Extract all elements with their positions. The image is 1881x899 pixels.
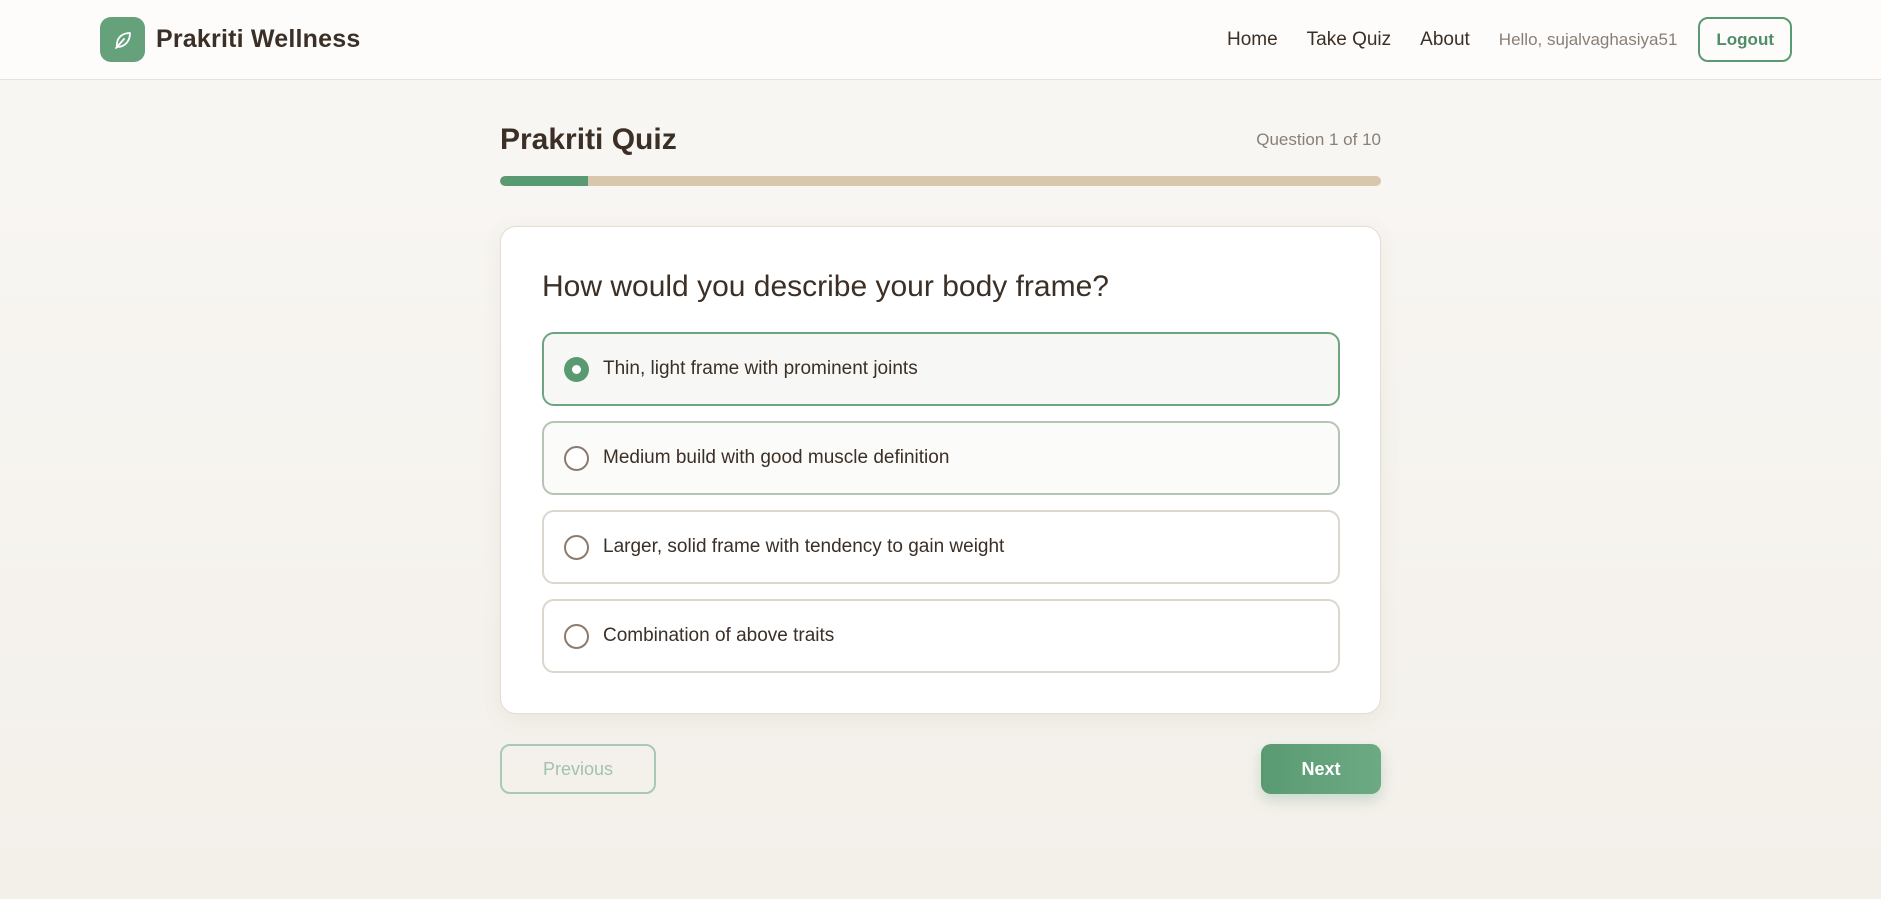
question-text: How would you describe your body frame? — [542, 270, 1109, 303]
brand[interactable]: Prakriti Wellness — [100, 17, 360, 62]
nav-link-take-quiz[interactable]: Take Quiz — [1307, 29, 1391, 51]
answer-option-label: Thin, light frame with prominent joints — [603, 358, 918, 379]
brand-name: Prakriti Wellness — [156, 25, 361, 53]
radio-dot-icon — [572, 364, 581, 374]
main-nav: Home Take Quiz About Hello, sujalvaghasi… — [1227, 17, 1792, 62]
quiz-header: Prakriti Quiz Question 1 of 10 — [500, 122, 1381, 158]
answer-option[interactable]: Larger, solid frame with tendency to gai… — [542, 510, 1340, 584]
quiz-container: Prakriti Quiz Question 1 of 10 How would… — [500, 80, 1381, 794]
quiz-navigation: Previous Next — [500, 744, 1381, 794]
radio-button[interactable] — [564, 534, 589, 560]
progress-bar-fill — [500, 176, 589, 186]
leaf-icon — [100, 17, 145, 62]
question-counter: Question 1 of 10 — [1256, 130, 1381, 149]
answer-option[interactable]: Thin, light frame with prominent joints — [542, 332, 1340, 406]
radio-button[interactable] — [564, 445, 589, 471]
nav-link-about[interactable]: About — [1420, 29, 1470, 51]
radio-button-checked[interactable] — [564, 356, 589, 382]
nav-link-home[interactable]: Home — [1227, 29, 1278, 51]
page-title: Prakriti Quiz — [500, 123, 677, 156]
next-button[interactable]: Next — [1261, 744, 1381, 794]
top-navbar: Prakriti Wellness Home Take Quiz About H… — [0, 0, 1881, 80]
question-card: How would you describe your body frame? … — [500, 226, 1381, 714]
answer-option[interactable]: Medium build with good muscle definition — [542, 421, 1340, 495]
answer-option-label: Medium build with good muscle definition — [603, 447, 950, 468]
logout-button[interactable]: Logout — [1698, 17, 1792, 62]
previous-button[interactable]: Previous — [500, 744, 656, 794]
answer-option-label: Larger, solid frame with tendency to gai… — [603, 536, 1005, 557]
progress-bar — [500, 176, 1381, 186]
answer-option-label: Combination of above traits — [603, 625, 835, 646]
answer-option[interactable]: Combination of above traits — [542, 599, 1340, 673]
radio-button[interactable] — [564, 623, 589, 649]
user-greeting: Hello, sujalvaghasiya51 — [1498, 29, 1678, 49]
